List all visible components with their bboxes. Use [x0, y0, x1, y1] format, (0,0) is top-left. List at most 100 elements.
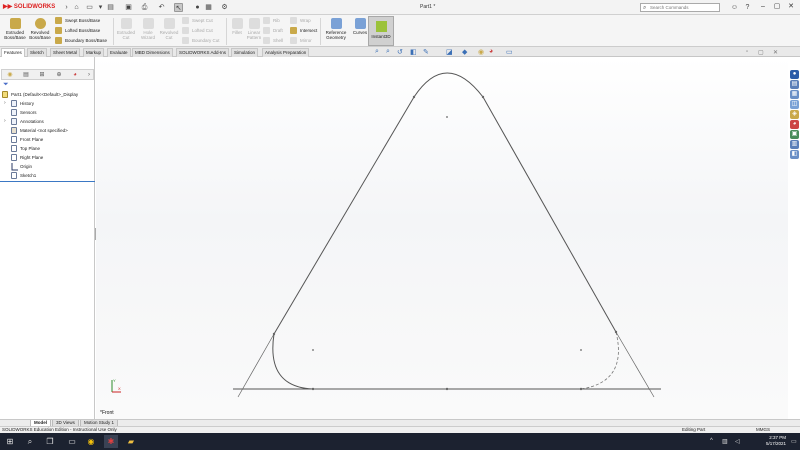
sketch-arc-bottom-left[interactable] [272, 333, 314, 390]
search-icon[interactable]: ⌕ [23, 435, 37, 448]
search-commands-input[interactable]: ⌕ Search Commands [640, 3, 720, 12]
tools-icon[interactable]: ▥ [790, 140, 799, 149]
tab-sheet-metal[interactable]: Sheet Metal [50, 48, 81, 57]
design-library-icon[interactable]: ▤ [790, 80, 799, 89]
tab-mbd-dimensions[interactable]: MBD Dimensions [132, 48, 173, 57]
revolved-boss-button[interactable]: Revolved Boss/Base [28, 17, 52, 45]
boundary-cut-button[interactable]: Boundary Cut [182, 36, 220, 45]
reference-geometry-button[interactable]: Reference Geometry [322, 17, 350, 45]
taskbar-clock[interactable]: 2:37 PM 5/17/2021 [766, 435, 786, 447]
previous-view-icon[interactable]: ↺ [397, 48, 403, 56]
tab-features[interactable]: Features [1, 48, 25, 57]
tab-solidworks-add-ins[interactable]: SOLIDWORKS Add-Ins [176, 48, 230, 57]
dimxpert-tab-icon[interactable]: ⊕ [54, 71, 64, 79]
custom-properties-icon[interactable]: ◕ [790, 120, 799, 129]
undo-icon[interactable]: ↶ [157, 3, 166, 12]
sketch-line-left[interactable] [273, 96, 415, 335]
expand-arrow-icon[interactable]: › [4, 99, 6, 108]
forum-icon[interactable]: ▣ [790, 130, 799, 139]
tab-evaluate[interactable]: Evaluate [107, 48, 131, 57]
hide-show-items-icon[interactable]: ◉ [478, 48, 484, 56]
network-icon[interactable]: ▥ [722, 438, 728, 445]
file-properties-icon[interactable]: ▦ [204, 3, 213, 12]
sketch-arc-bottom-right[interactable] [580, 331, 619, 390]
maximize-button[interactable]: ▢ [771, 2, 783, 12]
viewport-close-icon[interactable]: ✕ [773, 49, 778, 56]
view-palette-icon[interactable]: ◫ [790, 100, 799, 109]
display-style-icon[interactable]: ◆ [462, 48, 467, 56]
tab-markup[interactable]: Markup [83, 48, 105, 57]
rebuild-icon[interactable]: ● [193, 3, 202, 12]
expand-arrow-icon[interactable]: › [4, 117, 6, 126]
file-explorer-icon[interactable]: ▦ [790, 90, 799, 99]
open-folder-icon[interactable]: ▤ [106, 3, 115, 12]
solidworks-taskbar-icon[interactable]: ✱ [104, 435, 118, 448]
pane-pin-icon[interactable]: ◧ [790, 150, 799, 159]
minimize-button[interactable]: – [757, 2, 769, 12]
file-explorer-taskbar-icon[interactable]: ▭ [65, 435, 79, 448]
folder-icon[interactable]: ▰ [124, 435, 138, 448]
tab-analysis-preparation[interactable]: Analysis Preparation [262, 48, 310, 57]
draft-button[interactable]: Draft [263, 26, 283, 35]
shell-button[interactable]: Shell [263, 36, 283, 45]
graphics-area[interactable] [96, 57, 788, 419]
boundary-boss-button[interactable]: Boundary Boss/Base [55, 36, 107, 45]
swept-cut-button[interactable]: Swept Cut [182, 16, 213, 25]
revolved-cut-button[interactable]: Revolved Cut [157, 17, 181, 45]
zoom-to-fit-icon[interactable]: ⌕ [375, 48, 379, 56]
view-orientation-icon[interactable]: ◪ [446, 48, 453, 56]
view-settings-icon[interactable]: ▭ [506, 48, 513, 56]
instant3d-button[interactable]: Instant3D [368, 16, 394, 46]
rib-button[interactable]: Rib [263, 16, 280, 25]
edit-appearance-icon[interactable]: ◕ [489, 48, 493, 55]
appearances-icon[interactable]: ◈ [790, 110, 799, 119]
configuration-manager-tab-icon[interactable]: ⊞ [37, 71, 47, 79]
zoom-to-area-icon[interactable]: ⌕ [386, 48, 390, 56]
extruded-cut-button[interactable]: Extruded Cut [114, 17, 138, 45]
chevron-down-icon[interactable]: ▾ [96, 3, 105, 12]
viewport-minimize-icon[interactable]: ▫ [746, 49, 748, 55]
property-manager-tab-icon[interactable]: ▤ [21, 71, 31, 79]
wrap-button[interactable]: Wrap [290, 16, 311, 25]
lofted-cut-button[interactable]: Lofted Cut [182, 26, 213, 35]
windows-start-icon[interactable]: ⊞ [3, 435, 17, 448]
options-gear-icon[interactable]: ⚙ [220, 3, 229, 12]
tray-chevron-icon[interactable]: ^ [710, 438, 713, 444]
print-icon[interactable]: ⎙ [140, 3, 149, 12]
tab-simulation[interactable]: Simulation [231, 48, 259, 57]
display-manager-tab-icon[interactable]: ◕ [70, 71, 80, 79]
notifications-icon[interactable]: ▭ [791, 438, 797, 445]
mirror-button[interactable]: Mirror [290, 36, 312, 45]
tab-sketch[interactable]: Sketch [27, 48, 47, 57]
expand-arrow-icon[interactable]: › [62, 3, 71, 12]
select-cursor-icon[interactable]: ↖ [174, 3, 183, 12]
home-icon[interactable]: ⌂ [72, 3, 81, 12]
close-button[interactable]: ✕ [785, 2, 797, 12]
sketch-canvas [233, 72, 661, 398]
save-icon[interactable]: ▣ [124, 3, 133, 12]
part-icon [2, 91, 8, 98]
sketch-arc-top[interactable] [413, 72, 484, 98]
intersect-button[interactable]: Intersect [290, 26, 317, 35]
construction-line-left[interactable] [237, 333, 275, 398]
user-icon[interactable]: ☺ [730, 3, 739, 12]
viewport-restore-icon[interactable]: ▢ [758, 49, 764, 56]
task-view-icon[interactable]: ❐ [43, 435, 57, 448]
sketch-line-right[interactable] [482, 96, 617, 333]
solidworks-resources-icon[interactable]: ● [790, 70, 799, 79]
swept-boss-button[interactable]: Swept Boss/Base [55, 16, 100, 25]
help-icon[interactable]: ? [743, 3, 752, 12]
chrome-icon[interactable]: ◉ [84, 435, 98, 448]
lofted-boss-button[interactable]: Lofted Boss/Base [55, 26, 100, 35]
feature-manager-tab-icon[interactable]: ◉ [5, 71, 15, 79]
section-view-icon[interactable]: ◧ [410, 48, 417, 56]
construction-line-right[interactable] [615, 331, 655, 398]
dynamic-annotation-icon[interactable]: ✎ [423, 48, 429, 56]
extruded-boss-button[interactable]: Extruded Boss/Base [3, 17, 27, 45]
filter-icon[interactable]: ⏷ [3, 81, 9, 89]
rollback-bar[interactable] [0, 181, 95, 182]
volume-icon[interactable]: ◁ [735, 438, 740, 445]
panel-arrow-icon[interactable]: › [84, 71, 94, 79]
solidworks-logo[interactable]: ▶▶ SOLIDWORKS [3, 3, 55, 10]
new-document-icon[interactable]: ▭ [85, 3, 94, 12]
